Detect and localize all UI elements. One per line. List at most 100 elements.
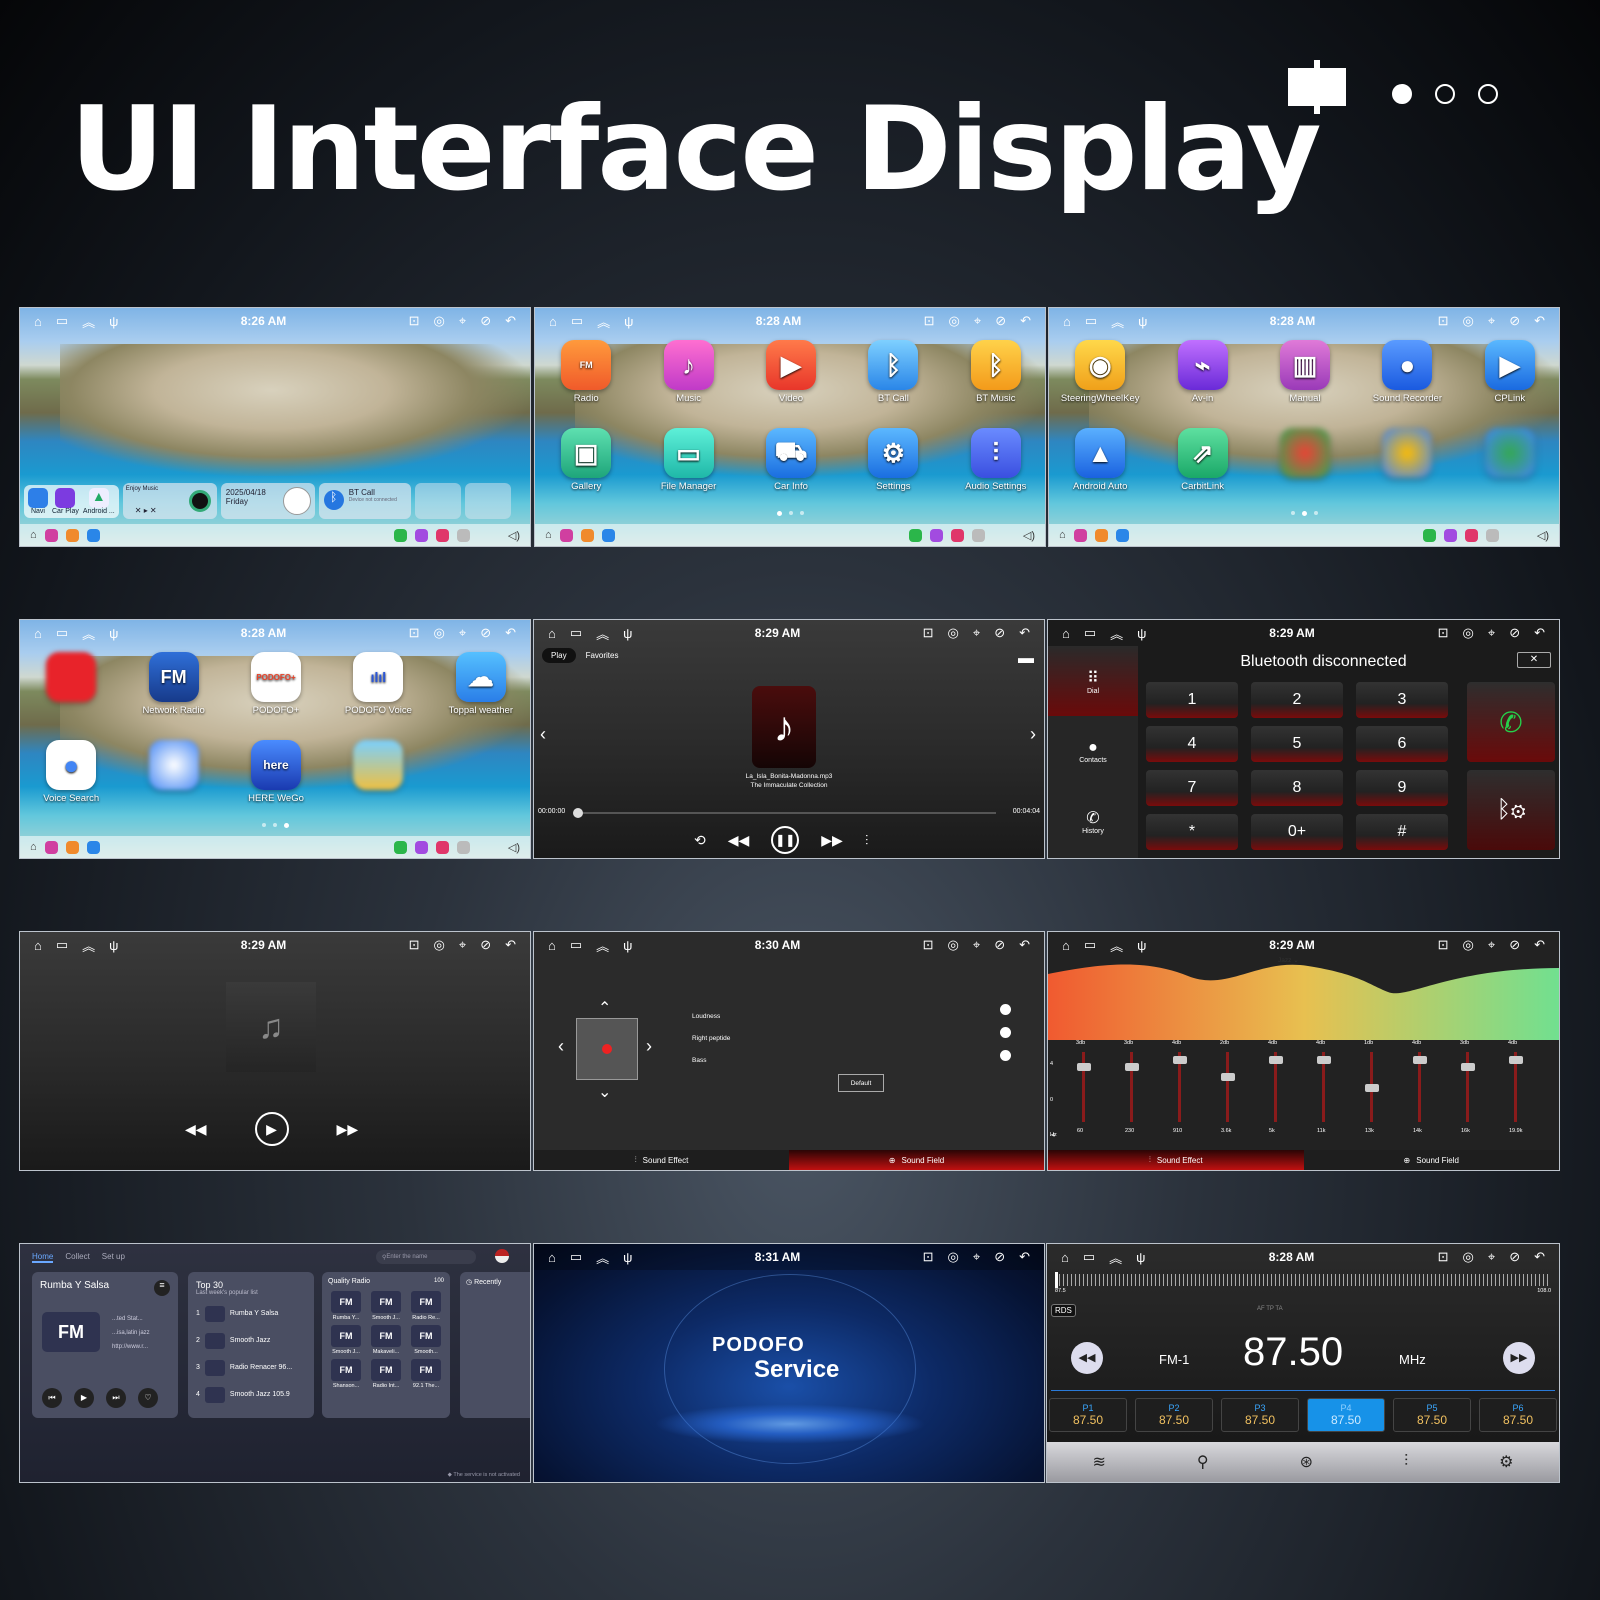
key[interactable]: 0+ <box>1251 814 1343 850</box>
app-radio[interactable]: FM Radio <box>535 340 637 428</box>
grid-item[interactable]: FM 92.1 The... <box>408 1359 444 1389</box>
progress-thumb[interactable] <box>573 808 583 818</box>
eq-slider-thumb[interactable] <box>1365 1083 1379 1092</box>
tab-collect[interactable]: Collect <box>65 1252 89 1263</box>
key[interactable]: 9 <box>1356 770 1448 806</box>
rewind-icon[interactable]: ◀◀ <box>185 1121 207 1138</box>
grid-item[interactable]: FM Rumba Y... <box>328 1291 364 1321</box>
back-icon[interactable]: ↶ <box>1534 937 1545 953</box>
now-playing-card[interactable]: Rumba Y Salsa ≡ FM ...ted Stat... ...isa,… <box>32 1272 178 1418</box>
chevron-up-icon[interactable]: ︽ <box>1111 312 1124 331</box>
bt-call-widget[interactable]: ᛒ BT Call Device not connected <box>318 483 411 519</box>
tab-sound-effect[interactable]: ⫶ Sound Effect <box>1048 1150 1304 1170</box>
eq-slider[interactable] <box>1173 1052 1187 1122</box>
home-icon[interactable]: ⌂ <box>30 529 37 541</box>
app-blurred[interactable] <box>1254 428 1356 516</box>
list-item[interactable]: 4 Smooth Jazz 105.9 <box>196 1381 306 1408</box>
arrow-down-icon[interactable]: ⌄ <box>598 1082 611 1102</box>
next-page-icon[interactable]: › <box>1030 724 1036 745</box>
app-video[interactable]: ▶ Video <box>740 340 842 428</box>
app-blurred[interactable] <box>1459 428 1559 516</box>
heart-icon[interactable]: ♡ <box>138 1388 158 1408</box>
volume-icon[interactable]: ◁) <box>508 841 520 854</box>
tab-play[interactable]: Play <box>542 648 576 663</box>
settings-icon[interactable] <box>456 528 470 542</box>
volume-icon[interactable]: ◁) <box>1023 529 1035 542</box>
key[interactable]: 6 <box>1356 726 1448 762</box>
toggle[interactable] <box>1000 1050 1011 1061</box>
apps-icon[interactable] <box>559 528 573 542</box>
tab-sound-field[interactable]: ⊕ Sound Field <box>1303 1150 1559 1170</box>
back-icon[interactable]: ↶ <box>1534 313 1545 329</box>
folder-icon[interactable] <box>1094 528 1108 542</box>
apps-icon[interactable] <box>44 840 58 854</box>
app-android-auto[interactable]: ▲ Android Auto <box>1049 428 1151 516</box>
back-icon[interactable]: ↶ <box>1534 625 1545 641</box>
video-icon[interactable] <box>435 840 449 854</box>
app-network-radio[interactable]: FM Network Radio <box>122 652 224 740</box>
key[interactable]: 5 <box>1251 726 1343 762</box>
arrow-left-icon[interactable]: ‹ <box>558 1036 564 1057</box>
nav-history[interactable]: ✆ History <box>1048 786 1138 856</box>
home-icon[interactable]: ⌂ <box>549 314 557 329</box>
apps-icon[interactable] <box>1073 528 1087 542</box>
apps-icon[interactable] <box>44 528 58 542</box>
home-icon[interactable]: ⌂ <box>34 938 42 953</box>
flag-icon[interactable] <box>495 1249 509 1263</box>
back-icon[interactable]: ↶ <box>505 625 516 641</box>
volume-icon[interactable]: ◁) <box>508 529 520 542</box>
toggle[interactable] <box>1000 1004 1011 1015</box>
phone-icon[interactable] <box>1422 528 1436 542</box>
phone-icon[interactable] <box>908 528 922 542</box>
recent-apps-icon[interactable]: ▭ <box>56 313 68 329</box>
eq-slider[interactable] <box>1077 1052 1091 1122</box>
home-icon[interactable]: ⌂ <box>1062 938 1070 953</box>
dock-app[interactable]: ▲ Android ... <box>83 487 115 515</box>
key[interactable]: 4 <box>1146 726 1238 762</box>
rds-button[interactable]: RDS <box>1051 1304 1076 1317</box>
home-icon[interactable]: ⌂ <box>548 938 556 953</box>
folder-icon[interactable] <box>65 840 79 854</box>
music-icon[interactable] <box>414 528 428 542</box>
back-icon[interactable]: ↶ <box>1019 1249 1030 1265</box>
recent-apps-icon[interactable]: ▭ <box>56 937 68 953</box>
arrow-up-icon[interactable]: ⌃ <box>598 998 611 1018</box>
chevron-up-icon[interactable]: ︽ <box>1110 624 1123 643</box>
play-icon[interactable]: ▶ <box>74 1388 94 1408</box>
home-icon[interactable]: ⌂ <box>548 626 556 641</box>
app-settings[interactable]: ⚙ Settings <box>842 428 944 516</box>
back-icon[interactable]: ↶ <box>1534 1249 1545 1265</box>
backspace-icon[interactable]: ✕ <box>1517 652 1551 668</box>
app-cplink[interactable]: ▶ CPLink <box>1459 340 1559 428</box>
recent-apps-icon[interactable]: ▭ <box>1084 937 1096 953</box>
settings-icon[interactable] <box>456 840 470 854</box>
tuning-needle[interactable] <box>1055 1272 1058 1288</box>
chevron-up-icon[interactable]: ︽ <box>596 936 609 955</box>
volume-icon[interactable]: ◁) <box>1537 529 1549 542</box>
recent-apps-icon[interactable]: ▭ <box>1083 1249 1095 1265</box>
fast-forward-icon[interactable]: ▶▶ <box>821 832 843 849</box>
eq-slider-thumb[interactable] <box>1461 1062 1475 1071</box>
home-icon[interactable]: ⌂ <box>34 314 42 329</box>
eq-slider[interactable] <box>1509 1052 1523 1122</box>
car-seats-view[interactable] <box>576 1018 638 1080</box>
default-button[interactable]: Default <box>838 1074 884 1092</box>
top30-card[interactable]: Top 30 Last week's popular list 1 Rumba Y… <box>188 1272 314 1418</box>
map-icon[interactable] <box>1115 528 1129 542</box>
grid-item[interactable]: FM Smooth J... <box>328 1325 364 1355</box>
eq-slider-thumb[interactable] <box>1269 1055 1283 1064</box>
back-icon[interactable]: ↶ <box>1019 937 1030 953</box>
app-manual[interactable]: ▥ Manual <box>1254 340 1356 428</box>
folder-icon[interactable]: ▬ <box>1018 650 1034 668</box>
list-item[interactable]: 3 Radio Renacer 96... <box>196 1354 306 1381</box>
video-icon[interactable] <box>1464 528 1478 542</box>
tuning-scale[interactable] <box>1055 1274 1551 1286</box>
app-car-info[interactable]: ⛟ Car Info <box>740 428 842 516</box>
chevron-up-icon[interactable]: ︽ <box>82 624 95 643</box>
app-sound-recorder[interactable]: ● Sound Recorder <box>1356 340 1458 428</box>
music-icon[interactable] <box>929 528 943 542</box>
app-audio-settings[interactable]: ⫶ Audio Settings <box>945 428 1045 516</box>
back-icon[interactable]: ↶ <box>505 937 516 953</box>
grid-item[interactable]: FM Shanson... <box>328 1359 364 1389</box>
home-icon[interactable]: ⌂ <box>1063 314 1071 329</box>
